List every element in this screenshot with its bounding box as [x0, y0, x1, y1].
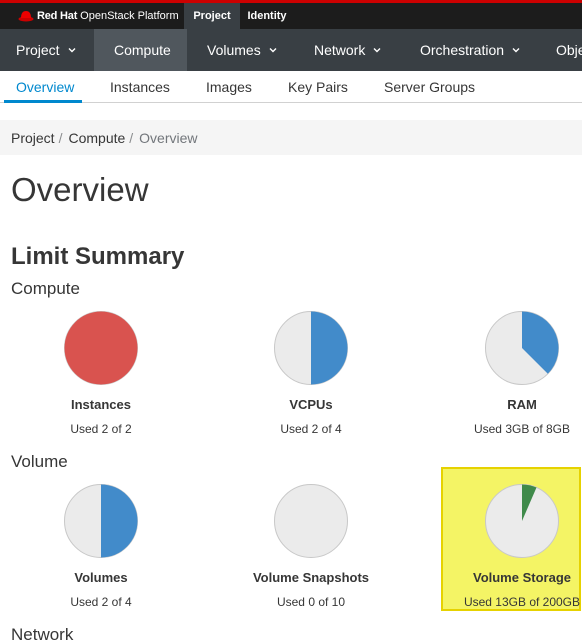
chart-title: Volumes — [74, 570, 128, 585]
breadcrumb: Project / Compute / Overview — [0, 120, 582, 155]
chart-title: RAM — [507, 397, 537, 412]
nav-item-label: Project — [16, 42, 60, 58]
chevron-down-icon — [68, 48, 76, 53]
chart-ram: RAM Used 3GB of 8GB — [442, 310, 582, 436]
redhat-icon — [18, 11, 34, 22]
tab-key-pairs[interactable]: Key Pairs — [288, 71, 348, 103]
chart-usage: Used 0 of 10 — [276, 595, 346, 609]
group-title-compute: Compute — [11, 279, 80, 298]
breadcrumb-compute[interactable]: Compute — [68, 130, 125, 146]
nav-item-label: Obje — [556, 42, 582, 58]
chart-title: Volume Storage — [472, 570, 571, 585]
tab-label: Images — [206, 79, 252, 95]
chart-usage: Used 2 of 4 — [280, 422, 342, 436]
tab-label: Overview — [16, 79, 75, 95]
nav-item-object-store[interactable]: Obje — [540, 29, 582, 71]
nav-item-label: Orchestration — [420, 42, 505, 58]
nav-item-network[interactable]: Network — [298, 29, 398, 71]
sub-nav: Overview Instances Images Key Pairs Serv… — [0, 71, 582, 103]
chart-usage: Used 2 of 2 — [70, 422, 132, 436]
group-title-network: Network — [11, 625, 74, 640]
chart-title: VCPUs — [289, 397, 333, 412]
chart-vcpus: VCPUs Used 2 of 4 — [231, 310, 391, 436]
pie-chart — [64, 311, 138, 385]
chart-volume-storage: Volume Storage Used 13GB of 200GB — [442, 483, 582, 609]
nav-item-label: Volumes — [207, 42, 261, 58]
chart-usage: Used 2 of 4 — [70, 595, 132, 609]
brand-product: OpenStack Platform — [80, 10, 179, 22]
chart-title: Instances — [71, 397, 131, 412]
pie-used-slice — [64, 311, 138, 385]
pie-chart — [274, 311, 348, 385]
nav-item-project[interactable]: Project — [0, 29, 94, 71]
tab-server-groups[interactable]: Server Groups — [384, 71, 475, 103]
pie-chart — [485, 484, 559, 558]
brand-logo[interactable]: Red Hat OpenStack Platform — [18, 3, 179, 29]
pie-background — [274, 484, 348, 558]
tab-label: Instances — [110, 79, 170, 95]
chart-title: Volume Snapshots — [252, 570, 370, 585]
pie-chart — [64, 484, 138, 558]
tab-label: Server Groups — [384, 79, 476, 95]
top-tab-identity[interactable]: Identity — [240, 3, 294, 29]
breadcrumb-separator: / — [58, 129, 63, 146]
top-bar: Red Hat OpenStack Platform Project Ident… — [0, 3, 582, 29]
brand-name: Red Hat — [37, 10, 78, 22]
main-nav: Project Compute Volumes Network Orchestr… — [0, 29, 582, 71]
tab-images[interactable]: Images — [206, 71, 252, 103]
chart-instances: Instances Used 2 of 2 — [21, 310, 181, 436]
chart-usage: Used 13GB of 200GB — [463, 595, 581, 609]
breadcrumb-current: Overview — [139, 129, 198, 146]
nav-item-volumes[interactable]: Volumes — [191, 29, 291, 71]
breadcrumb-project[interactable]: Project — [11, 130, 55, 146]
active-tab-indicator — [4, 100, 82, 103]
page-title: Overview — [11, 171, 149, 208]
nav-item-label: Network — [314, 42, 366, 58]
top-tab-project[interactable]: Project — [184, 3, 240, 29]
breadcrumb-separator: / — [129, 129, 134, 146]
chart-volume-snapshots: Volume Snapshots Used 0 of 10 — [231, 483, 391, 609]
pie-chart — [274, 484, 348, 558]
group-title-volume: Volume — [11, 452, 68, 471]
limit-summary-title: Limit Summary — [11, 243, 185, 270]
chart-volumes: Volumes Used 2 of 4 — [21, 483, 181, 609]
nav-item-label: Compute — [114, 42, 171, 58]
tab-overview[interactable]: Overview — [16, 71, 74, 103]
top-tab-label: Project — [193, 10, 231, 22]
nav-item-compute[interactable]: Compute — [94, 29, 187, 71]
top-tab-label: Identity — [247, 10, 287, 22]
tab-instances[interactable]: Instances — [110, 71, 170, 103]
tab-label: Key Pairs — [288, 79, 348, 95]
nav-item-orchestration[interactable]: Orchestration — [404, 29, 534, 71]
chevron-down-icon — [269, 48, 277, 53]
chevron-down-icon — [512, 48, 520, 53]
pie-chart — [485, 311, 559, 385]
chart-usage: Used 3GB of 8GB — [473, 422, 571, 436]
chevron-down-icon — [373, 48, 381, 53]
